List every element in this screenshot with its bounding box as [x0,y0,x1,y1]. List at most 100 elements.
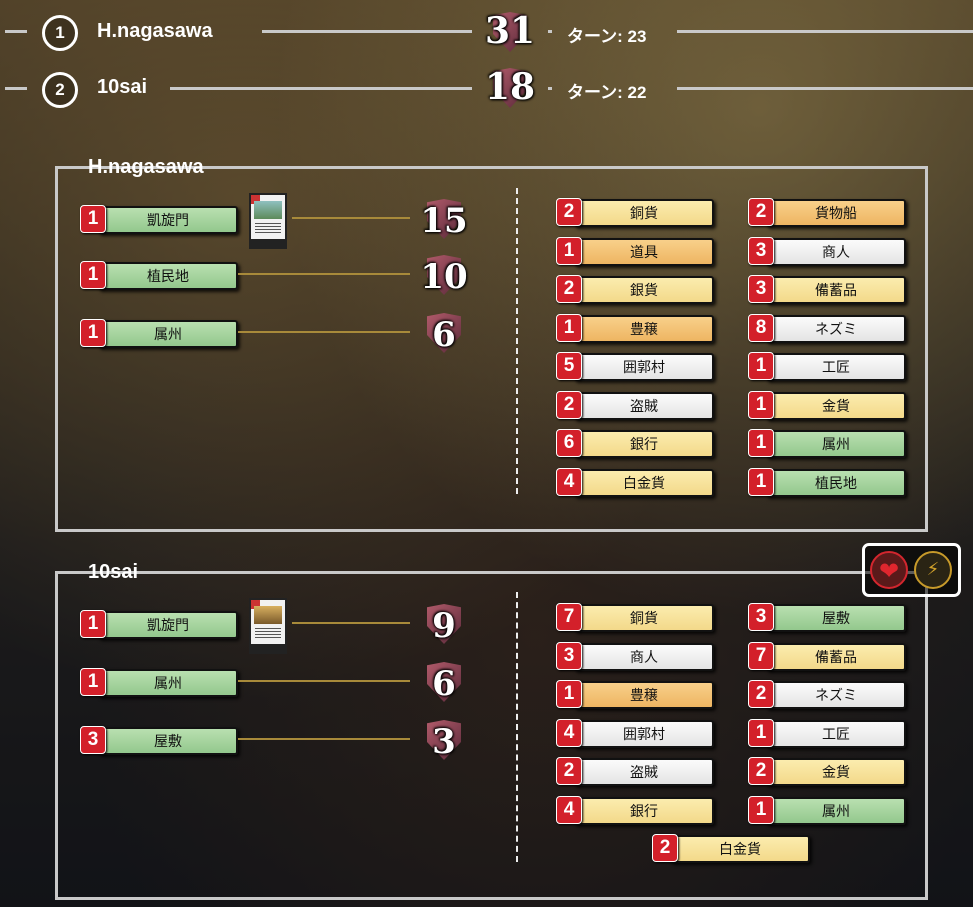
card-name: 銀行 [574,796,714,825]
card-chip[interactable]: 3 備蓄品 [748,275,906,304]
card-chip[interactable]: 2 銀貨 [556,275,714,304]
card-chip[interactable]: 1 植民地 [748,467,906,497]
card-text [255,223,281,235]
card-image[interactable] [249,193,287,249]
card-count: 2 [556,757,582,785]
leader-line [238,331,410,333]
card-name: 銀貨 [574,276,714,304]
card-name: 凱旋門 [98,611,238,639]
card-chip[interactable]: 1 工匠 [748,352,906,381]
divider [170,87,472,90]
card-count: 1 [556,236,582,265]
player-name[interactable]: H.nagasawa [97,20,213,43]
card-chip[interactable]: 1 属州 [748,795,906,825]
card-name: 白金貨 [574,468,714,497]
card-chip[interactable]: 2 盗賊 [556,757,714,786]
leader-line [292,217,410,219]
card-chip[interactable]: 1 道具 [556,236,714,266]
card-chip[interactable]: 4 銀行 [556,795,714,825]
card-name: 金貨 [766,758,906,786]
card-count: 1 [80,205,106,233]
turn-count: ターン: 23 [567,27,647,46]
card-chip[interactable]: 5 囲郭村 [556,352,714,381]
card-count: 1 [748,795,774,824]
heart-icon[interactable]: ❤ [870,551,908,589]
card-chip[interactable]: 2 銅貨 [556,198,714,227]
card-chip[interactable]: 1 工匠 [748,718,906,748]
card-name: 商人 [766,237,906,266]
card-count: 2 [556,275,582,303]
card-chip[interactable]: 3 屋敷 [748,603,906,632]
card-chip[interactable]: 1 金貨 [748,390,906,420]
card-chip[interactable]: 1 植民地 [80,261,238,290]
vp-shield: 6 [427,662,461,704]
card-count: 1 [556,680,582,708]
card-name: 銅貨 [574,604,714,632]
card-chip[interactable]: 3 商人 [748,236,906,266]
card-name: 商人 [574,642,714,671]
card-chip[interactable]: 2 貨物船 [748,198,906,227]
card-image[interactable] [249,598,287,654]
vp-total: 18 [484,66,536,108]
card-footer [251,644,285,652]
card-chip[interactable]: 2 盗賊 [556,390,714,420]
card-chip[interactable]: 2 ネズミ [748,680,906,709]
card-name: ネズミ [766,314,906,343]
card-chip[interactable]: 2 金貨 [748,757,906,786]
reaction-icons: ❤ ⚡ [862,543,961,597]
card-count: 8 [748,313,774,342]
card-chip[interactable]: 8 ネズミ [748,313,906,343]
card-count: 1 [556,313,582,342]
card-count: 3 [556,641,582,670]
card-count: 1 [748,467,774,496]
card-chip[interactable]: 1 豊穣 [556,680,714,709]
card-name: 属州 [98,669,238,697]
divider [677,87,973,90]
card-vp: 6 [432,315,456,355]
card-chip[interactable]: 1 凱旋門 [80,205,238,234]
card-chip[interactable]: 1 属州 [80,668,238,697]
divider [5,30,27,33]
card-chip[interactable]: 4 白金貨 [556,467,714,497]
rank-badge: 2 [42,72,78,108]
leader-line [238,273,410,275]
card-count: 1 [80,319,106,347]
card-chip[interactable]: 1 豊穣 [556,313,714,343]
card-name: 属州 [766,430,906,458]
card-count: 2 [556,390,582,419]
card-chip[interactable]: 4 囲郭村 [556,718,714,748]
rank-badge: 1 [42,15,78,51]
turn-count: ターン: 22 [567,83,647,102]
card-name: 属州 [766,796,906,825]
card-art [254,606,282,624]
card-chip[interactable]: 7 銅貨 [556,603,714,632]
card-name: 豊穣 [574,314,714,343]
card-chip[interactable]: 3 屋敷 [80,726,238,755]
card-name: 工匠 [766,353,906,381]
card-count: 1 [748,429,774,457]
card-chip[interactable]: 3 商人 [556,641,714,671]
vp-shield: 3 [427,720,461,762]
card-count: 2 [748,757,774,785]
card-chip[interactable]: 1 属州 [748,429,906,458]
card-name: 金貨 [766,391,906,420]
card-chip[interactable]: 7 備蓄品 [748,641,906,671]
card-count: 5 [556,352,582,380]
card-chip[interactable]: 1 凱旋門 [80,610,238,639]
card-chip[interactable]: 1 属州 [80,319,238,348]
card-count: 1 [80,668,106,696]
panel-title: 10sai [88,561,139,583]
player-name[interactable]: 10sai [97,76,147,99]
vp-shield: 6 [427,313,461,355]
card-chip[interactable]: 6 銀行 [556,429,714,458]
card-name: 植民地 [766,468,906,497]
column-divider [516,188,518,494]
card-chip[interactable]: 2 白金貨 [652,834,810,863]
card-name: ネズミ [766,681,906,709]
leader-line [292,622,410,624]
card-vp: 15 [420,201,468,241]
lightning-icon[interactable]: ⚡ [914,551,952,589]
card-name: 白金貨 [670,835,810,863]
card-count: 2 [748,198,774,226]
card-name: 植民地 [98,262,238,290]
